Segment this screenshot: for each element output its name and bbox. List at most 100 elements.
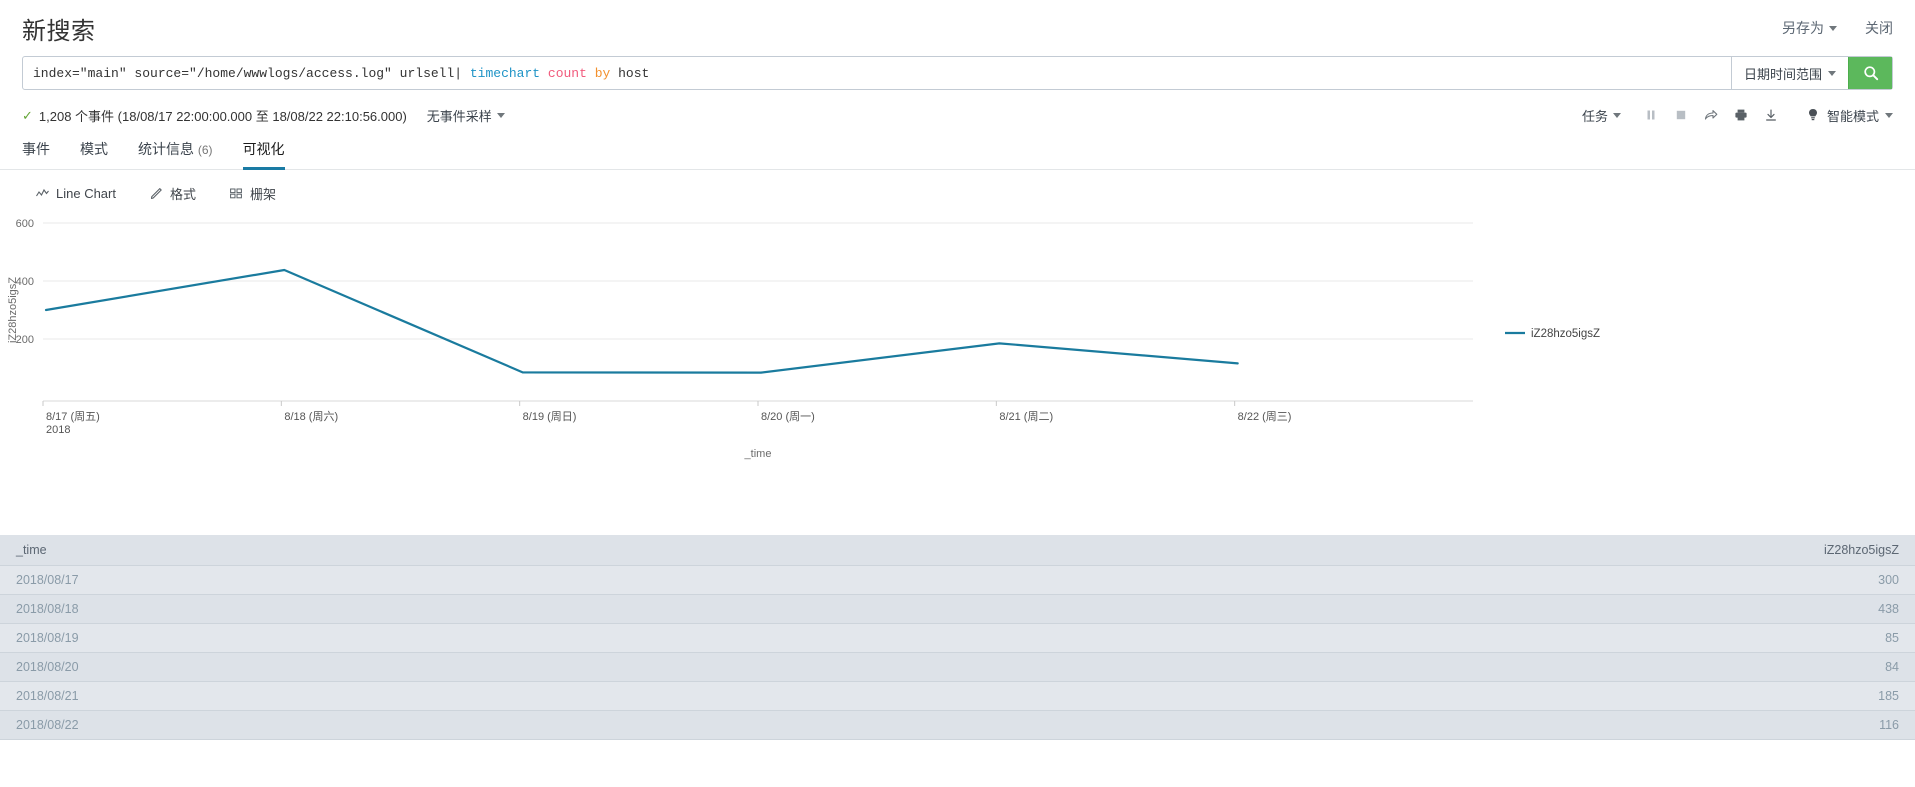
event-sampling-label: 无事件采样 [426,108,492,124]
cell-count: 85 [1149,623,1915,653]
search-submit-button[interactable] [1848,57,1892,89]
query-base: index="main" source="/home/wwwlogs/acces… [33,65,463,81]
search-icon [1863,65,1879,81]
print-icon[interactable] [1733,107,1749,123]
chart-trellis-button[interactable]: 栅架 [230,184,276,203]
chart-format-button[interactable]: 格式 [150,184,196,203]
table-header-row: _time iZ28hzo5igsZ [0,535,1915,566]
table-row[interactable]: 2018/08/17 300 [0,565,1915,595]
job-action-icons [1643,107,1779,123]
time-range-label: 日期时间范围 [1743,66,1822,82]
search-bar[interactable]: index="main" source="/home/wwwlogs/acces… [22,56,1893,90]
close-label: 关闭 [1865,20,1893,36]
event-count: ✓ 1,208 个事件 (18/08/17 22:00:00.000 至 18/… [22,106,407,125]
tab-label: 统计信息 [138,141,194,157]
page-header: 新搜索 另存为 关闭 [0,0,1915,56]
chart-type-selector[interactable]: Line Chart [36,186,116,201]
cell-count: 438 [1149,594,1915,624]
column-header-host[interactable]: iZ28hzo5igsZ [1149,535,1915,566]
tab-events[interactable]: 事件 [22,139,50,170]
chart-type-label: Line Chart [56,186,116,201]
tab-label: 事件 [22,141,50,157]
chart-format-label: 格式 [169,187,196,202]
x-axis-tick-label: 8/18 (周六) [284,410,338,423]
splunk-search-page: 新搜索 另存为 关闭 index="main" source="/home/ww… [0,0,1915,787]
search-bar-container: index="main" source="/home/wwwlogs/acces… [0,56,1915,90]
chevron-down-icon [1612,112,1621,118]
results-summary: ✓ 1,208 个事件 (18/08/17 22:00:00.000 至 18/… [22,106,505,125]
query-command: timechart [462,65,541,81]
y-axis-tick-label: 600 [16,218,34,230]
cell-time: 2018/08/21 [0,681,1149,711]
chevron-down-icon [1885,112,1893,118]
x-axis-tick-label: 8/22 (周三) [1238,410,1292,423]
tab-label: 可视化 [242,141,285,157]
table-row[interactable]: 2018/08/21 185 [0,681,1915,711]
chart-toolbar: Line Chart 格式 栅架 [0,170,1915,209]
stop-icon[interactable] [1673,107,1689,123]
event-sampling-selector[interactable]: 无事件采样 [427,106,505,125]
event-count-text: 1,208 个事件 (18/08/17 22:00:00.000 至 18/08… [38,108,407,124]
tab-label: 模式 [80,141,108,157]
tab-count: (6) [197,143,213,157]
tab-patterns[interactable]: 模式 [80,139,108,170]
cell-time: 2018/08/17 [0,565,1149,595]
cell-count: 84 [1149,652,1915,682]
search-mode-selector[interactable]: 智能模式 [1805,106,1893,125]
time-range-picker[interactable]: 日期时间范围 [1730,57,1848,89]
chevron-down-icon [1828,70,1836,76]
y-axis-title: iZ28hzo5igsZ [7,277,19,343]
table-head: _time iZ28hzo5igsZ [0,535,1915,566]
table-row[interactable]: 2018/08/20 84 [0,652,1915,682]
cell-count: 185 [1149,681,1915,711]
tab-visualization[interactable]: 可视化 [242,139,285,170]
pause-icon[interactable] [1643,107,1659,123]
table-row[interactable]: 2018/08/19 85 [0,623,1915,653]
cell-count: 300 [1149,565,1915,595]
header-actions: 另存为 关闭 [1782,18,1893,38]
result-tabs: 事件 模式 统计信息 (6) 可视化 [0,136,1915,170]
trellis-grid-icon [230,188,243,199]
query-function: count [540,65,587,81]
save-as-label: 另存为 [1782,20,1824,36]
search-mode-label: 智能模式 [1826,108,1879,124]
results-table: _time iZ28hzo5igsZ 2018/08/17 300 2018/08/… [0,535,1915,740]
legend-label: iZ28hzo5igsZ [1531,328,1600,340]
save-as-button[interactable]: 另存为 [1782,18,1837,38]
page-title: 新搜索 [22,17,96,45]
column-header-time[interactable]: _time [0,535,1149,566]
table-body: 2018/08/17 300 2018/08/18 438 2018/08/19 85 20… [0,565,1915,740]
pencil-icon [150,187,163,200]
query-keyword: by [586,65,611,81]
chart-trellis-label: 栅架 [250,187,277,202]
table-row[interactable]: 2018/08/18 438 [0,594,1915,624]
table-row[interactable]: 2018/08/22 116 [0,710,1915,740]
x-axis-title: _time [744,448,772,460]
chevron-down-icon [496,112,505,118]
close-button[interactable]: 关闭 [1865,18,1893,38]
line-chart: 200 400 600 iZ28hzo5igsZ 8/17 (周五) 2018 8/18 (… [0,215,1915,465]
cell-time: 2018/08/22 [0,710,1149,740]
results-toolbar: ✓ 1,208 个事件 (18/08/17 22:00:00.000 至 18/… [0,100,1915,130]
lightbulb-icon [1805,107,1821,123]
x-axis-tick-label: 8/19 (周日) [523,410,577,423]
line-chart-icon [36,188,49,199]
search-input[interactable]: index="main" source="/home/wwwlogs/acces… [23,57,1731,89]
x-axis-tick-label: 8/17 (周五) [46,410,100,423]
query-field: host [610,65,650,81]
share-icon[interactable] [1703,107,1719,123]
cell-time: 2018/08/20 [0,652,1149,682]
cell-time: 2018/08/19 [0,623,1149,653]
chevron-down-icon [1829,25,1837,31]
chart-series-line [44,268,1239,374]
cell-time: 2018/08/18 [0,594,1149,624]
cell-count: 116 [1149,710,1915,740]
x-axis-tick-label: 8/21 (周二) [999,410,1053,423]
check-icon: ✓ [22,107,33,123]
chart-canvas: 200400600iZ28hzo5igsZ8/17 (周五)20188/18 (… [7,218,1600,460]
tab-statistics[interactable]: 统计信息 (6) [138,139,213,170]
export-icon[interactable] [1763,107,1779,123]
x-axis-sub-label: 2018 [46,424,70,436]
job-menu-button[interactable]: 任务 [1582,106,1621,125]
job-label: 任务 [1581,108,1608,124]
